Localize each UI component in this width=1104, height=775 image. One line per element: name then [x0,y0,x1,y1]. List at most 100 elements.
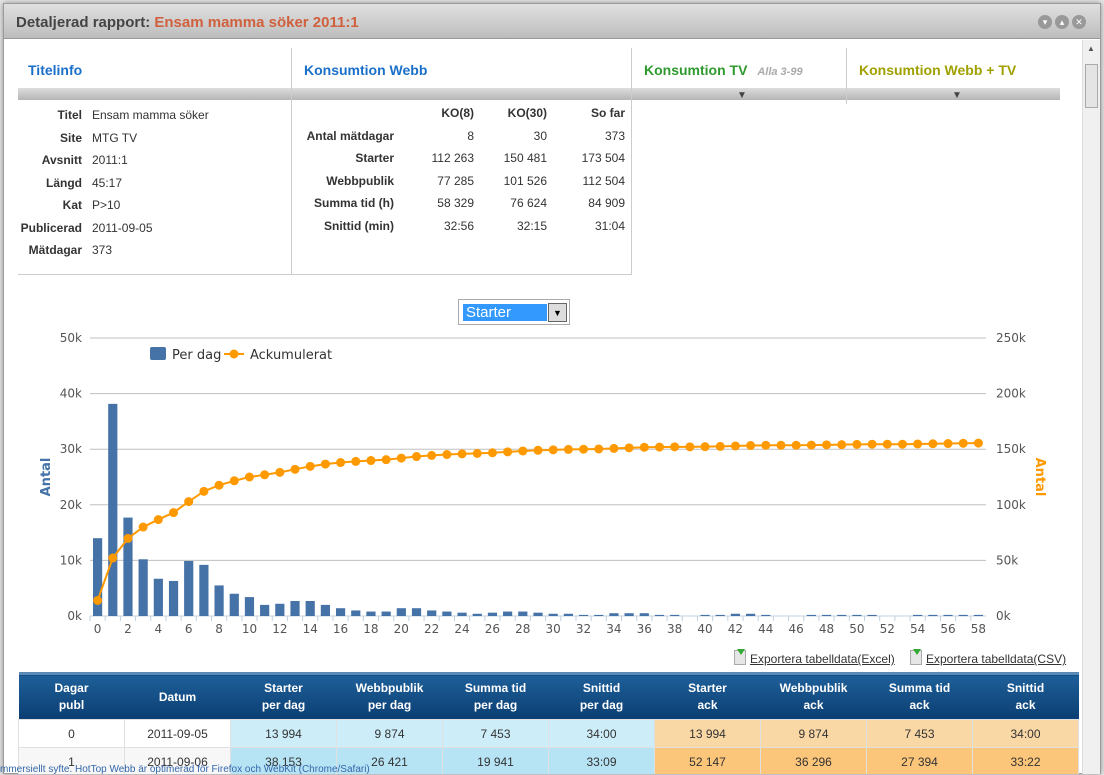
bar-per-dag [548,613,558,616]
table-header-cell[interactable]: Dagar publ [18,672,125,720]
table-header-cell[interactable]: Starter ack [654,672,761,720]
point-ackumulerat [609,443,619,453]
webb-cell: 31:04 [594,218,625,233]
webb-cell: Antal mätdagar [306,128,394,143]
bar-per-dag [730,613,741,616]
export-csv-label: Exportera tabelldata(CSV) [926,652,1067,666]
bar-per-dag [472,613,482,616]
y-left-tick-label: 50k [60,331,82,345]
footer-note: mmersiellt syfte. HotTop Webb är optimer… [0,764,370,775]
bar-per-dag [973,614,983,616]
panel-webb-header: Konsumtion Webb [304,62,428,78]
x-tick-label: 48 [819,622,834,636]
point-ackumulerat [761,440,771,450]
x-tick-label: 54 [910,622,925,636]
table-cell: 33:22 [972,747,1079,774]
point-ackumulerat [973,438,983,448]
maximize-button[interactable]: ▴ [1055,15,1069,29]
bar-per-dag [518,611,528,616]
point-ackumulerat [123,533,133,543]
table-header-cell[interactable]: Webbpublik ack [760,672,867,720]
bar-per-dag [578,614,589,616]
scroll-thumb[interactable] [1085,64,1098,108]
point-ackumulerat [958,438,968,448]
table-cell: 19 941 [442,747,549,774]
scroll-up-icon[interactable]: ▲ [1087,44,1095,53]
point-ackumulerat [897,439,907,449]
header-line1: Starter [264,681,303,695]
webb-table: KO(8) KO(30) So far Antal mätdagar 8 30 373 Sta… [300,102,625,237]
header-line2: per dag [579,698,624,712]
x-tick-label: 10 [242,622,257,636]
point-ackumulerat [260,470,270,480]
expand-tv-icon[interactable]: ▼ [737,90,747,101]
webb-header-row: KO(8) KO(30) So far [300,102,625,125]
header-line1: Snittid [1006,681,1045,695]
divider [291,48,292,275]
x-tick-label: 56 [940,622,955,636]
x-tick-label: 32 [576,622,591,636]
point-ackumulerat [563,444,573,454]
table-cell: 9 874 [760,719,867,748]
x-tick-label: 4 [155,622,163,636]
point-ackumulerat [806,440,816,450]
panel-tv-header[interactable]: Konsumtion TV Alla 3-99 [634,48,803,92]
titleinfo-row: Titel Ensam mamma söker [16,108,209,131]
webb-cell: 30 [533,128,547,143]
x-tick-label: 30 [546,622,561,636]
y-right-tick-label: 150k [996,442,1026,456]
expand-webbtv-icon[interactable]: ▼ [952,90,962,101]
close-button[interactable]: ✕ [1072,15,1086,29]
header-line2: per dag [473,698,518,712]
table-header-cell[interactable]: Starter per dag [230,672,337,720]
webb-cell: 112 263 [431,151,475,166]
bar-per-dag [351,610,361,616]
bar-per-dag [746,613,756,616]
y-left-axis-label: Antal [39,458,54,497]
titleinfo-key: Site [59,130,82,145]
panel-webbtv-header[interactable]: Konsumtion Webb + TV [849,48,1016,92]
table-cell: 0 [18,719,125,748]
bar-per-dag [275,603,285,616]
titleinfo-row: Site MTG TV [16,131,209,154]
table-cell: 33:09 [548,747,655,774]
x-tick-label: 8 [215,622,223,636]
x-tick-label: 14 [303,622,318,636]
point-ackumulerat [852,439,862,449]
table-header-cell[interactable]: Snittid per dag [548,672,655,720]
x-tick-label: 38 [667,622,682,636]
dialog-titlebar[interactable]: Detaljerad rapport: Ensam mamma söker 20… [4,4,1100,39]
titleinfo-key: Titel [57,108,82,122]
table-header-cell[interactable]: Summa tid per dag [442,672,549,720]
titleinfo-value: Ensam mamma söker [92,108,209,122]
table-header-cell[interactable]: Snittid ack [972,672,1079,720]
point-ackumulerat [275,467,285,477]
export-excel-link[interactable]: Exportera tabelldata(Excel) [734,649,895,666]
x-tick-label: 18 [363,622,378,636]
x-tick-label: 24 [454,622,469,636]
point-ackumulerat [93,595,103,605]
table-header-cell[interactable]: Webbpublik per dag [336,672,443,720]
webb-row: Starter 112 263 150 481 173 504 [300,147,625,170]
point-ackumulerat [169,508,179,518]
point-ackumulerat [594,444,604,454]
header-line2: per dag [261,698,306,712]
download-icon [734,649,746,665]
point-ackumulerat [427,450,437,460]
point-ackumulerat [366,456,376,466]
table-row: 0 2011-09-05 13 994 9 874 7 453 34:00 13 994 9 … [18,719,1079,748]
bar-per-dag [260,604,270,616]
webb-row: Webbpublik 77 285 101 526 112 504 [300,170,625,193]
vertical-scrollbar[interactable]: ▲ [1082,40,1100,774]
export-csv-link[interactable]: Exportera tabelldata(CSV) [910,649,1067,666]
point-ackumulerat [244,472,254,482]
point-ackumulerat [442,450,452,460]
minimize-button[interactable]: ▾ [1038,15,1052,29]
titleinfo-row: Avsnitt 2011:1 [16,153,209,176]
point-ackumulerat [229,476,239,486]
bar-per-dag [624,613,634,616]
bar-per-dag [138,559,148,616]
x-tick-label: 16 [333,622,348,636]
table-header-cell[interactable]: Summa tid ack [866,672,973,720]
table-header-cell[interactable]: Datum [124,672,231,720]
